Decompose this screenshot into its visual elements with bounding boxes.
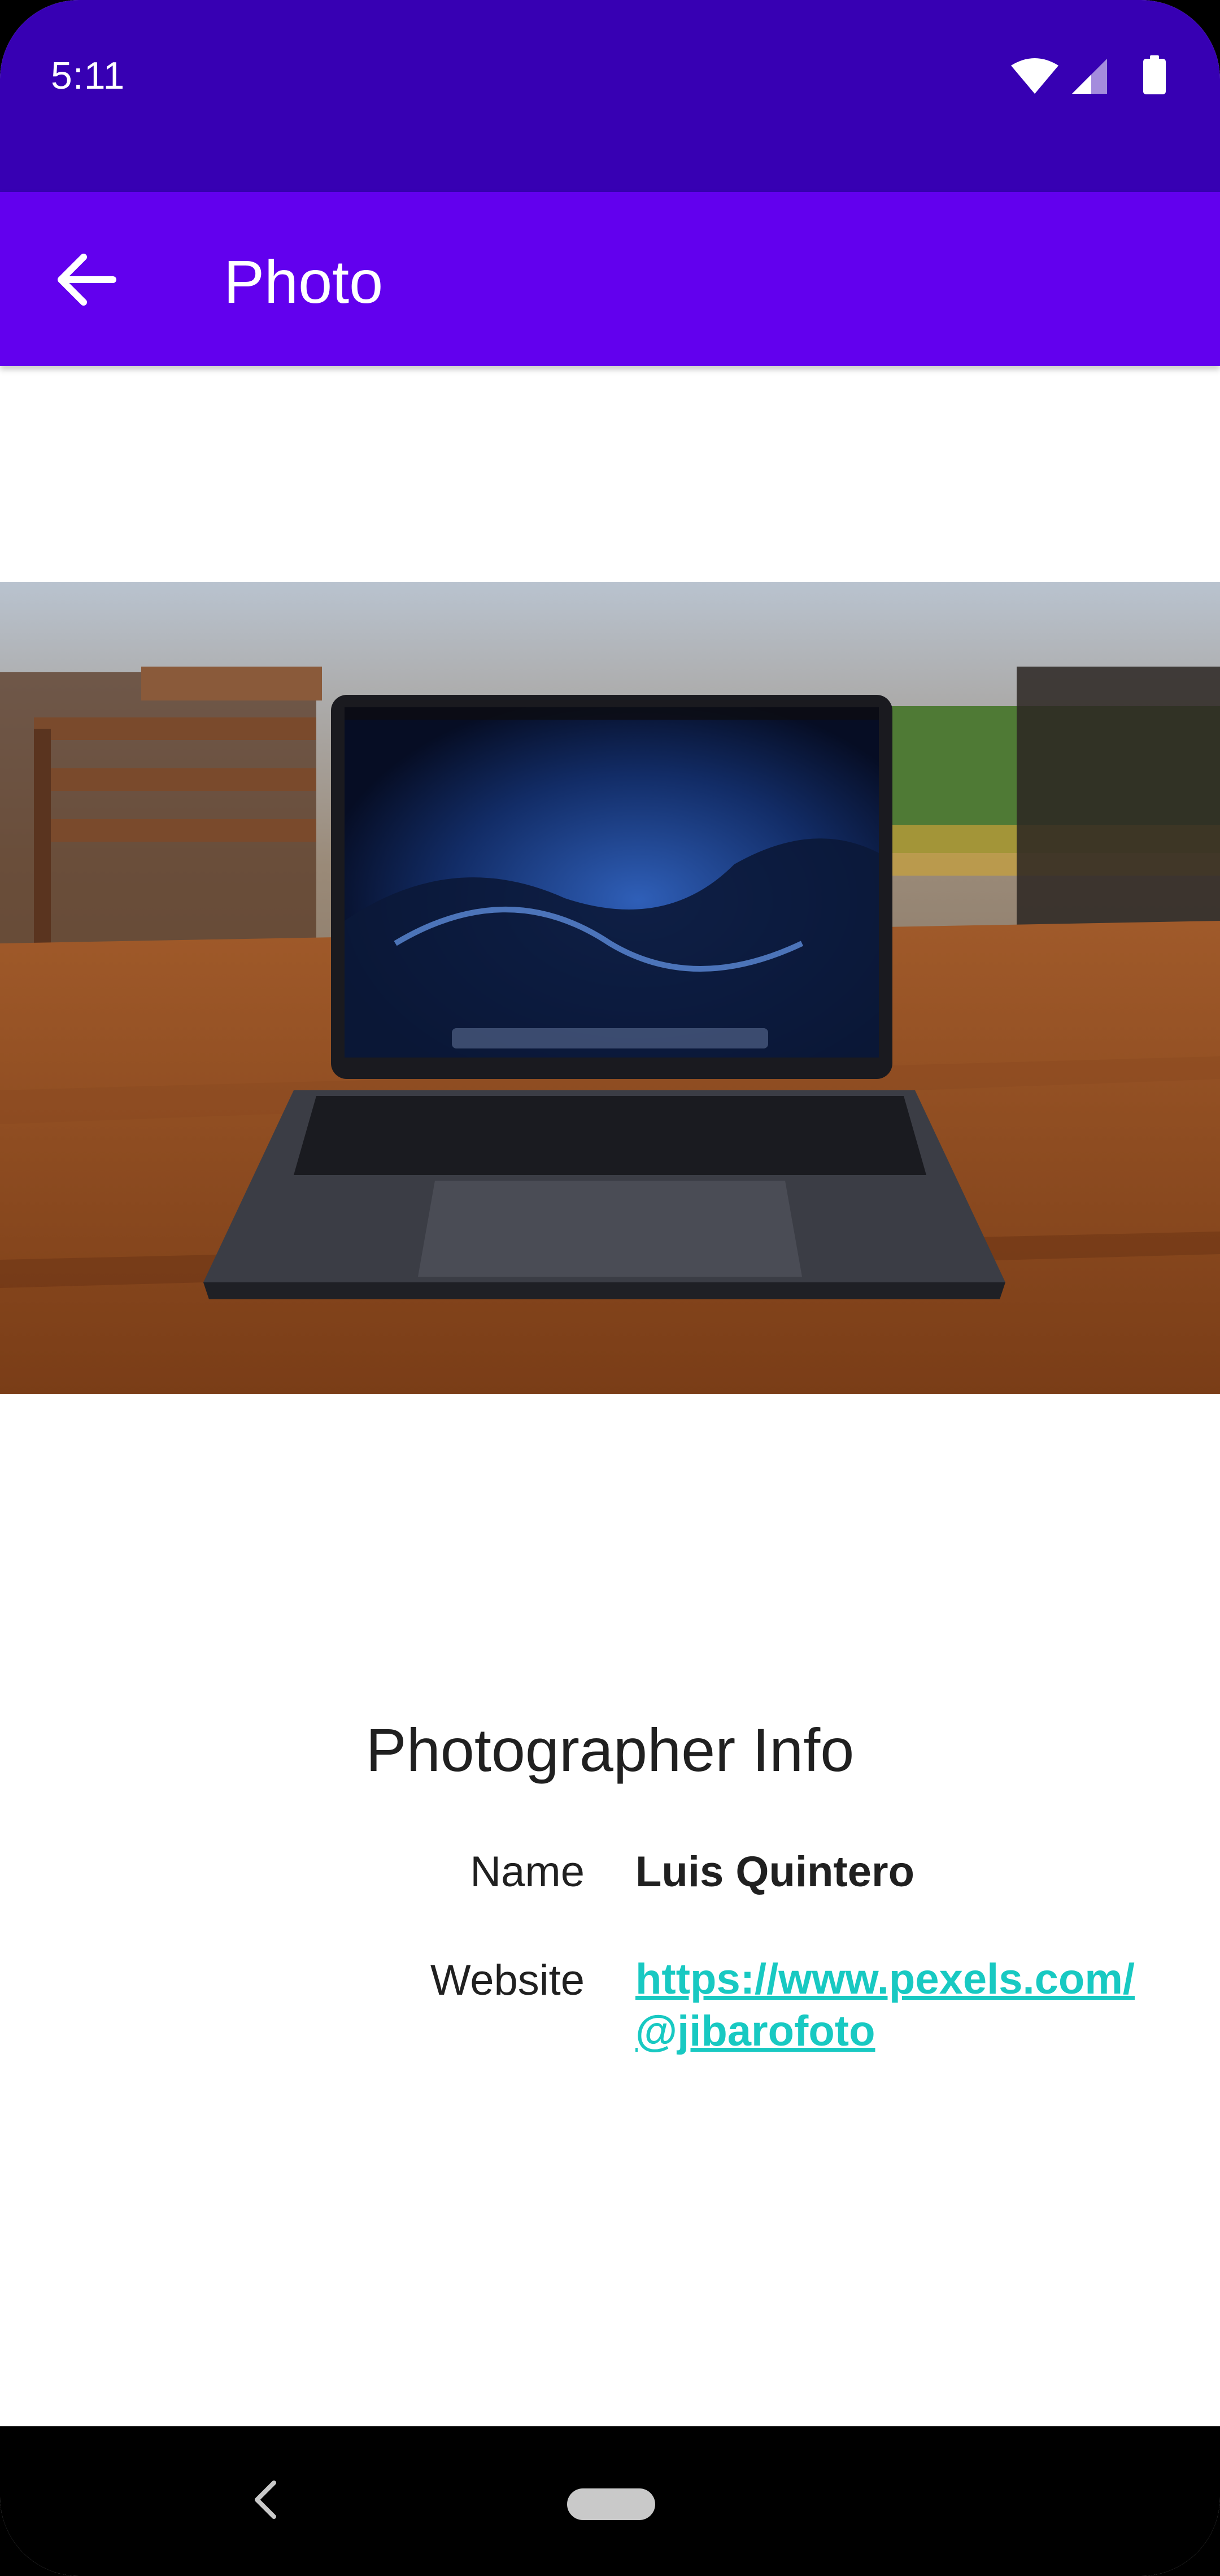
battery-icon <box>1143 55 1166 94</box>
navigation-bar <box>0 2426 1220 2576</box>
nav-back-icon[interactable] <box>243 2466 288 2534</box>
photographer-info-title: Photographer Info <box>365 1716 855 1784</box>
photographer-name: Luis Quintero <box>635 1848 914 1896</box>
laptop-photo[interactable] <box>0 582 1220 1394</box>
page-title: Photo <box>224 247 384 316</box>
signal-icon <box>1072 59 1107 94</box>
nav-home-pill[interactable] <box>567 2488 655 2520</box>
back-button[interactable] <box>40 232 136 328</box>
app-bar: Photo <box>0 192 1220 366</box>
phone-screen: 5:11 Photo Photographer Info Name Luis Q… <box>0 0 1220 2576</box>
status-bar: 5:11 <box>0 0 1220 192</box>
website-link[interactable]: https://www.pexels.com/@jibarofoto <box>635 1953 1144 2057</box>
status-time: 5:11 <box>51 54 125 97</box>
name-label: Name <box>470 1848 585 1896</box>
status-icons <box>1011 55 1166 94</box>
arrow-back-icon <box>58 254 116 306</box>
website-label: Website <box>430 1956 585 2004</box>
wifi-icon <box>1011 58 1058 94</box>
